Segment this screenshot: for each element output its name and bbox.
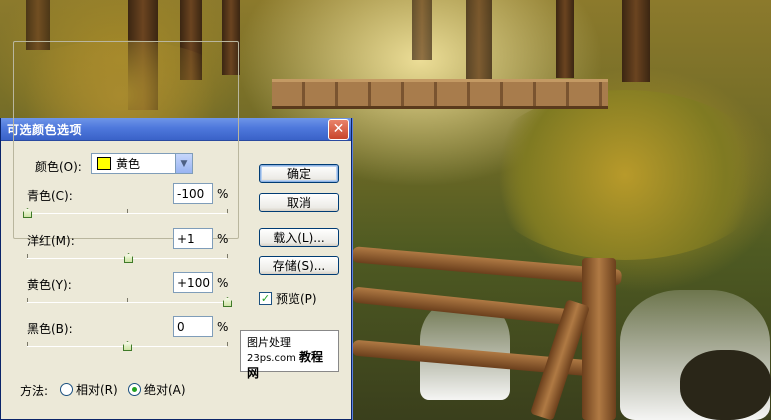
- slider-track[interactable]: [27, 297, 232, 307]
- slider-value-input[interactable]: -100: [173, 183, 213, 204]
- slider-value-input[interactable]: 0: [173, 316, 213, 337]
- watermark-line2: 23ps.com 教程网: [247, 350, 332, 382]
- slider-tick: [127, 209, 128, 213]
- slider-tick: [127, 298, 128, 302]
- method-relative-label: 相对(R): [76, 383, 118, 397]
- slider-tick: [27, 254, 28, 258]
- slider-track[interactable]: [27, 253, 228, 263]
- save-button[interactable]: 存储(S)...: [259, 256, 339, 275]
- slider-tick: [227, 209, 228, 213]
- slider-label: 洋红(M):: [27, 234, 75, 248]
- slider-label: 青色(C):: [27, 189, 73, 203]
- method-absolute-radio[interactable]: 绝对(A): [128, 381, 186, 398]
- slider-track[interactable]: [23, 208, 228, 218]
- percent-sign: %: [217, 232, 229, 246]
- watermark-logo: 图片处理 23ps.com 教程网: [240, 330, 339, 380]
- colors-dropdown-value: 黄色: [116, 157, 141, 171]
- radio-dot-icon[interactable]: [60, 383, 73, 396]
- slider-tick: [27, 342, 28, 346]
- watermark-site: 23ps.com: [247, 353, 296, 364]
- color-adjust-group: [13, 41, 239, 239]
- preview-checkbox[interactable]: ✓ 预览(P): [259, 290, 317, 307]
- method-relative-radio[interactable]: 相对(R): [60, 381, 118, 398]
- tree-trunk: [622, 0, 650, 82]
- radio-dot-icon[interactable]: [128, 383, 141, 396]
- colors-label: 颜色(O):: [35, 160, 82, 174]
- tree-trunk: [466, 0, 492, 80]
- railing-post: [582, 258, 616, 420]
- ok-button[interactable]: 确定: [259, 164, 339, 183]
- slider-value-input[interactable]: +100: [173, 272, 213, 293]
- slider-tick: [227, 254, 228, 258]
- chevron-down-icon[interactable]: ▼: [175, 154, 192, 173]
- tree-trunk: [556, 0, 574, 78]
- preview-label: 预览(P): [276, 292, 317, 306]
- slider-value-input[interactable]: +1: [173, 228, 213, 249]
- load-button[interactable]: 载入(L)...: [259, 228, 339, 247]
- slider-tick: [27, 298, 28, 302]
- slider-label: 黄色(Y):: [27, 278, 72, 292]
- foliage: [480, 90, 770, 260]
- percent-sign: %: [217, 320, 229, 334]
- watermark-line1: 图片处理: [247, 336, 291, 349]
- percent-sign: %: [217, 187, 229, 201]
- slider-track[interactable]: [27, 341, 228, 351]
- close-icon[interactable]: ✕: [328, 118, 349, 140]
- method-label: 方法:: [20, 384, 49, 398]
- slider-label: 黑色(B):: [27, 322, 73, 336]
- checkmark-icon[interactable]: ✓: [259, 292, 272, 305]
- method-absolute-label: 绝对(A): [144, 383, 186, 397]
- color-swatch: [97, 157, 111, 170]
- rock: [680, 350, 771, 420]
- percent-sign: %: [217, 276, 229, 290]
- tree-trunk: [412, 0, 432, 60]
- wooden-footbridge: [272, 79, 608, 109]
- slider-tick: [227, 342, 228, 346]
- colors-dropdown[interactable]: 黄色 ▼: [91, 153, 193, 174]
- cancel-button[interactable]: 取消: [259, 193, 339, 212]
